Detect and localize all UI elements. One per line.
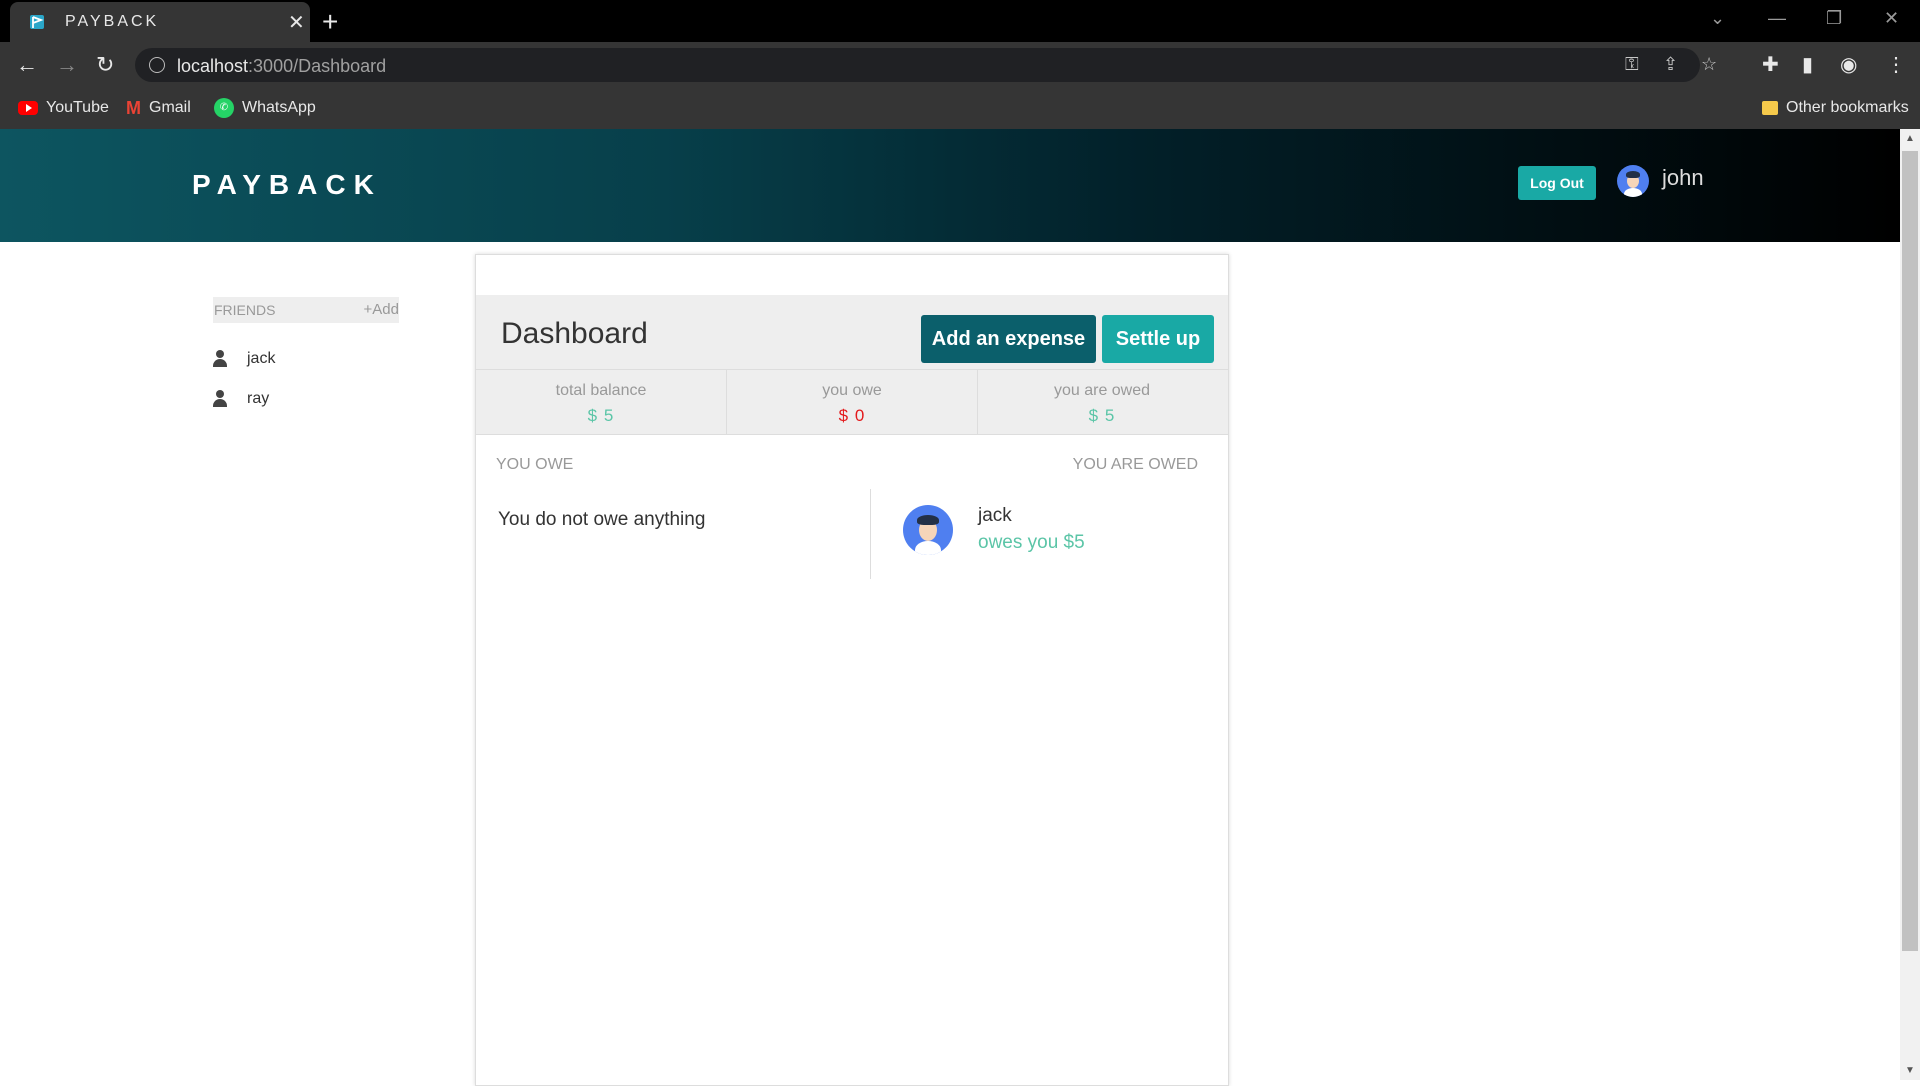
profile-avatar-icon[interactable]: ◉ xyxy=(1840,52,1857,77)
close-tab-icon[interactable]: ✕ xyxy=(288,10,305,35)
add-friend-link[interactable]: +Add xyxy=(364,301,399,318)
logout-button[interactable]: Log Out xyxy=(1518,166,1596,200)
side-panel-icon[interactable]: ▮ xyxy=(1802,52,1813,77)
url-text: localhost:3000/Dashboard xyxy=(177,56,387,76)
menu-icon[interactable]: ⋮ xyxy=(1886,52,1906,77)
site-info-icon[interactable] xyxy=(149,57,165,73)
tab-search-icon[interactable]: ⌄ xyxy=(1710,8,1725,29)
settle-up-button[interactable]: Settle up xyxy=(1102,315,1214,363)
restore-icon[interactable]: ❐ xyxy=(1826,8,1842,29)
user-avatar[interactable] xyxy=(1617,165,1649,197)
share-icon[interactable]: ⇪ xyxy=(1663,54,1678,75)
page-scrollbar[interactable]: ▲ ▼ xyxy=(1900,129,1920,1080)
folder-icon xyxy=(1762,101,1778,115)
bookmark-youtube[interactable]: YouTube xyxy=(18,96,109,120)
dashboard-card: Dashboard Add an expense Settle up total… xyxy=(475,254,1229,1086)
you-are-owed-balance: you are owed $ 5 xyxy=(977,370,1227,434)
total-balance: total balance $ 5 xyxy=(476,370,726,434)
you-owe-balance: you owe $ 0 xyxy=(726,370,978,434)
window-close-icon[interactable]: ✕ xyxy=(1884,8,1899,29)
column-divider xyxy=(870,489,871,579)
username[interactable]: john xyxy=(1662,165,1704,191)
friends-label: FRIENDS xyxy=(214,302,276,318)
friend-name: ray xyxy=(247,390,270,407)
tab-title: PAYBACK xyxy=(65,13,160,30)
total-balance-value: $ 5 xyxy=(587,406,615,425)
page-title: Dashboard xyxy=(501,317,648,350)
balance-summary: total balance $ 5 you owe $ 0 you are ow… xyxy=(476,369,1228,435)
friends-header: FRIENDS +Add xyxy=(213,297,399,323)
bookmark-gmail[interactable]: M Gmail xyxy=(126,96,191,120)
browser-tab-bar: PAYBACK ✕ + ⌄ — ❐ ✕ xyxy=(0,0,1920,42)
no-debts-message: You do not owe anything xyxy=(498,509,706,530)
youtube-icon xyxy=(18,101,38,115)
you-owe-value: $ 0 xyxy=(838,406,866,425)
friend-item-ray[interactable]: ray xyxy=(213,387,269,411)
bookmarks-bar: YouTube M Gmail ✆ WhatsApp Other bookmarks xyxy=(0,87,1920,130)
new-tab-icon[interactable]: + xyxy=(322,6,338,38)
friend-item-jack[interactable]: jack xyxy=(213,347,275,371)
person-icon xyxy=(213,390,227,408)
scroll-down-icon[interactable]: ▼ xyxy=(1905,1065,1915,1076)
app-header: PAYBACK Log Out john xyxy=(0,129,1900,242)
you-owe-heading: YOU OWE xyxy=(496,456,574,473)
bookmark-whatsapp[interactable]: ✆ WhatsApp xyxy=(214,96,316,120)
friend-avatar-jack[interactable] xyxy=(903,505,953,555)
star-icon[interactable]: ☆ xyxy=(1701,54,1717,75)
you-are-owed-heading: YOU ARE OWED xyxy=(1072,456,1198,473)
whatsapp-icon: ✆ xyxy=(214,98,234,118)
owed-by-name[interactable]: jack xyxy=(978,505,1012,527)
you-are-owed-value: $ 5 xyxy=(1088,406,1116,425)
reload-icon[interactable]: ↻ xyxy=(96,52,114,78)
scroll-up-icon[interactable]: ▲ xyxy=(1905,133,1915,144)
browser-toolbar: ← → ↻ localhost:3000/Dashboard ⚿ ⇪ ☆ ✚ ▮… xyxy=(0,42,1920,87)
minimize-icon[interactable]: — xyxy=(1768,8,1786,29)
dashboard-topbar: Dashboard Add an expense Settle up xyxy=(476,295,1228,369)
friend-name: jack xyxy=(247,350,276,367)
scrollbar-thumb[interactable] xyxy=(1902,151,1918,951)
gmail-icon: M xyxy=(126,97,141,118)
key-icon[interactable]: ⚿ xyxy=(1625,54,1639,75)
person-icon xyxy=(213,350,227,368)
extensions-icon[interactable]: ✚ xyxy=(1762,52,1779,77)
brand-logo[interactable]: PAYBACK xyxy=(192,169,382,201)
forward-icon[interactable]: → xyxy=(56,52,78,78)
browser-tab[interactable]: PAYBACK ✕ xyxy=(10,2,310,42)
other-bookmarks[interactable]: Other bookmarks xyxy=(1762,96,1909,120)
add-expense-button[interactable]: Add an expense xyxy=(921,315,1096,363)
back-icon[interactable]: ← xyxy=(16,52,38,78)
owed-by-amount: owes you $5 xyxy=(978,532,1085,553)
flag-favicon-icon xyxy=(30,15,44,29)
address-bar[interactable]: localhost:3000/Dashboard ⚿ ⇪ ☆ xyxy=(135,48,1717,82)
